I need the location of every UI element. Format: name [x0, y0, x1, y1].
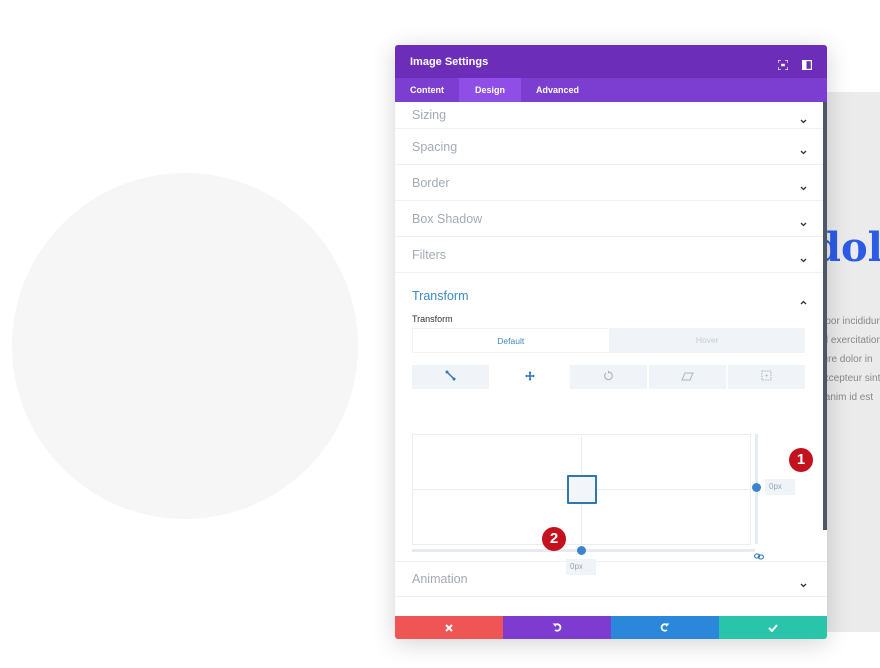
- toggle-transform[interactable]: Transform: [412, 273, 810, 319]
- paragraph-line: mpor incididunt: [826, 316, 880, 327]
- toggle-sizing[interactable]: Sizing: [395, 102, 827, 129]
- split-view-icon[interactable]: [802, 57, 813, 70]
- chevron-down-icon: [800, 215, 807, 227]
- transform-field-label: Transform: [412, 314, 453, 324]
- translate-x-input[interactable]: 0px: [566, 559, 596, 575]
- save-button[interactable]: [719, 616, 827, 639]
- translate-preview-grid[interactable]: [412, 434, 751, 545]
- chevron-down-icon: [800, 576, 807, 587]
- state-default-button[interactable]: Default: [413, 329, 609, 352]
- toggle-filters[interactable]: Filters: [395, 237, 827, 273]
- tab-design[interactable]: Design: [459, 78, 522, 102]
- close-icon: [445, 619, 453, 637]
- rotate-tool-button[interactable]: [570, 365, 647, 389]
- modal-tabs: Content Design Advanced: [395, 78, 827, 102]
- scale-tool-button[interactable]: [412, 365, 489, 389]
- transform-title: Transform: [412, 289, 469, 303]
- translate-tool-button[interactable]: [491, 365, 568, 389]
- transform-origin-icon: [761, 368, 772, 386]
- tab-advanced[interactable]: Advanced: [521, 78, 594, 102]
- preview-element-box[interactable]: [567, 475, 597, 504]
- scale-icon: [445, 368, 456, 386]
- transform-section: Transform Transform Default Hover 0px 0p…: [395, 273, 827, 575]
- checkmark-icon: [768, 619, 778, 637]
- skew-tool-button[interactable]: [649, 365, 726, 389]
- circular-image: [12, 173, 358, 519]
- paragraph-line: Excepteur sint: [826, 373, 880, 384]
- toggle-spacing[interactable]: Spacing: [395, 129, 827, 165]
- redo-button[interactable]: [611, 616, 719, 639]
- toggle-label: Sizing: [412, 108, 447, 122]
- toggle-box-shadow[interactable]: Box Shadow: [395, 201, 827, 237]
- tab-content[interactable]: Content: [395, 78, 459, 102]
- undo-button[interactable]: [503, 616, 611, 639]
- cancel-button[interactable]: [395, 616, 503, 639]
- toggle-border[interactable]: Border: [395, 165, 827, 201]
- toggle-label: Border: [412, 175, 450, 190]
- move-icon: [524, 368, 535, 386]
- modal-scrollbar[interactable]: [823, 102, 827, 530]
- toggle-label: Box Shadow: [412, 211, 483, 226]
- rotate-icon: [603, 368, 614, 386]
- redo-icon: [660, 619, 670, 637]
- paragraph-line: it anim id est: [826, 392, 874, 403]
- background-paragraph: mpor incididunt ud exercitation irure do…: [826, 312, 880, 407]
- annotation-badge-1: 1: [789, 448, 813, 472]
- toggle-label: Spacing: [412, 139, 458, 154]
- modal-header[interactable]: Image Settings: [395, 45, 827, 78]
- chevron-down-icon: [800, 251, 807, 263]
- paragraph-line: ud exercitation: [826, 335, 880, 346]
- translate-x-slider-handle[interactable]: [577, 546, 586, 555]
- modal-footer: [395, 616, 827, 639]
- image-settings-modal: Image Settings Content Design Advanced S…: [395, 45, 827, 639]
- paragraph-line: irure dolor in: [826, 354, 873, 365]
- modal-body: Sizing Spacing Border Box Shadow Filters…: [395, 102, 827, 616]
- chevron-down-icon: [800, 143, 807, 155]
- chevron-down-icon: [800, 112, 807, 123]
- undo-icon: [552, 619, 562, 637]
- state-toggle: Default Hover: [412, 328, 805, 353]
- origin-tool-button[interactable]: [728, 365, 805, 389]
- toggle-label: Animation: [412, 572, 468, 586]
- toggle-animation[interactable]: Animation: [395, 561, 827, 597]
- link-icon[interactable]: [754, 547, 764, 560]
- annotation-badge-2: 2: [542, 527, 566, 551]
- state-hover-button[interactable]: Hover: [610, 328, 806, 353]
- background-section: dolor mpor incididunt ud exercitation ir…: [826, 92, 880, 632]
- modal-title: Image Settings: [410, 55, 489, 68]
- fullscreen-icon[interactable]: [777, 57, 789, 71]
- chevron-up-icon: [800, 293, 807, 304]
- transform-tools: [412, 365, 805, 389]
- chevron-down-icon: [800, 179, 807, 191]
- toggle-label: Filters: [412, 247, 447, 262]
- translate-y-slider-handle[interactable]: [752, 483, 761, 492]
- skew-icon: [681, 368, 694, 386]
- translate-y-input[interactable]: 0px: [765, 479, 795, 495]
- background-heading: dolor: [826, 224, 880, 271]
